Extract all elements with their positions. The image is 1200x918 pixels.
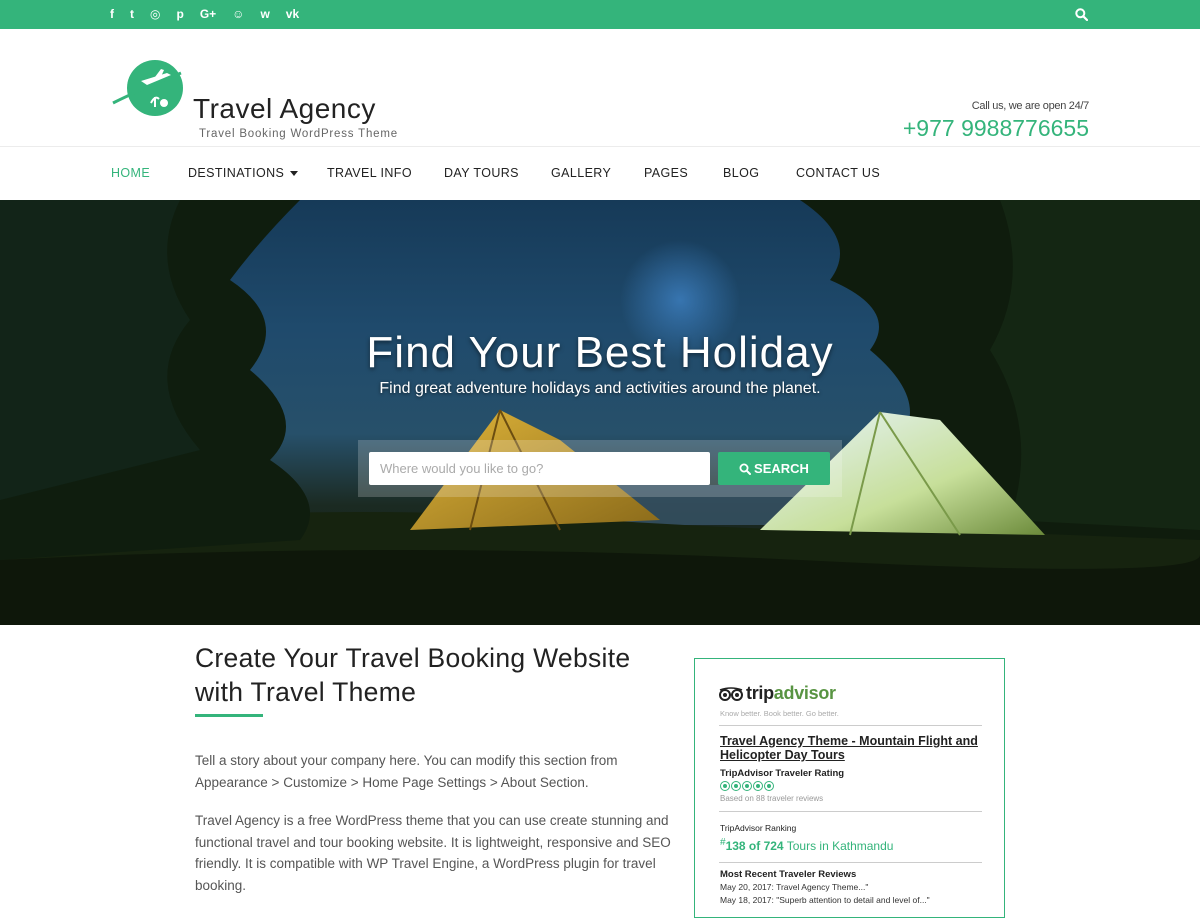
rating-bubble-icon <box>764 781 774 791</box>
rating-bubble-icon <box>753 781 763 791</box>
nav-day-tours[interactable]: DAY TOURS <box>444 147 519 200</box>
ranking-value[interactable]: #138 of 724 Tours in Kathmandu <box>720 837 893 853</box>
google-plus-icon[interactable]: G+ <box>200 0 216 29</box>
rating-bubbles <box>720 781 774 791</box>
nav-gallery[interactable]: GALLERY <box>551 147 611 200</box>
about-paragraph-1: Tell a story about your company here. Yo… <box>195 753 618 790</box>
facebook-icon[interactable]: f <box>110 0 114 29</box>
nav-home[interactable]: HOME <box>111 147 150 200</box>
chevron-down-icon <box>290 171 299 177</box>
owl-eyes-icon <box>719 686 743 701</box>
brand-tagline: Travel Booking WordPress Theme <box>199 128 398 140</box>
destination-search-input[interactable] <box>369 452 710 485</box>
hero-background-image <box>0 200 1200 625</box>
weibo-icon[interactable]: w <box>260 0 269 29</box>
about-paragraph-2: Travel Agency is a free WordPress theme … <box>195 813 671 893</box>
search-icon <box>739 463 752 475</box>
nav-blog[interactable]: BLOG <box>723 147 759 200</box>
review-item[interactable]: May 20, 2017: Travel Agency Theme..." <box>720 882 868 892</box>
ranking-suffix: Tours in Kathmandu <box>783 839 894 853</box>
ranking-number: 138 of 724 <box>725 839 784 853</box>
logo-trip-text: trip <box>746 683 774 703</box>
nav-destinations[interactable]: DESTINATIONS <box>188 147 299 200</box>
hero-search-form: SEARCH <box>358 440 842 497</box>
phone-number[interactable]: +977 9988776655 <box>903 115 1089 142</box>
twitter-icon[interactable]: t <box>130 0 134 29</box>
instagram-icon[interactable]: ◎ <box>150 0 160 29</box>
about-title: Create Your Travel Booking Website with … <box>195 643 631 707</box>
call-label: Call us, we are open 24/7 <box>971 100 1090 112</box>
nav-contact-us[interactable]: CONTACT US <box>796 147 880 200</box>
rating-label: TripAdvisor Traveler Rating <box>720 768 845 779</box>
hero-title: Find Your Best Holiday <box>366 328 834 377</box>
main-nav: HOME DESTINATIONS TRAVEL INFO DAY TOURS … <box>0 147 1200 200</box>
search-button-label: SEARCH <box>754 461 809 476</box>
pinterest-icon[interactable]: p <box>176 0 183 29</box>
rating-bubble-icon <box>742 781 752 791</box>
site-header: Travel Agency Travel Booking WordPress T… <box>0 29 1200 147</box>
rating-count: Based on 88 traveler reviews <box>720 794 824 803</box>
top-bar: f t ◎ p G+ ☺ w vk <box>0 0 1200 29</box>
tripadvisor-tagline: Know better. Book better. Go better. <box>720 709 839 718</box>
search-button[interactable]: SEARCH <box>718 452 830 485</box>
divider <box>719 725 982 726</box>
social-links: f t ◎ p G+ ☺ w vk <box>110 0 299 29</box>
vk-icon[interactable]: vk <box>286 0 299 29</box>
nav-destinations-label: DESTINATIONS <box>188 166 285 180</box>
divider <box>719 811 982 812</box>
nav-travel-info[interactable]: TRAVEL INFO <box>327 147 412 200</box>
brand-logo[interactable] <box>111 59 185 117</box>
rating-bubble-icon <box>731 781 741 791</box>
brand-title[interactable]: Travel Agency <box>193 93 376 125</box>
logo-advisor-text: advisor <box>773 683 836 703</box>
tripadvisor-widget: tripadvisor Know better. Book better. Go… <box>694 658 1005 918</box>
hero-banner: Find Your Best Holiday Find great advent… <box>0 200 1200 625</box>
tripadvisor-logo[interactable]: tripadvisor <box>719 683 836 704</box>
hero-subtitle: Find great adventure holidays and activi… <box>379 380 821 397</box>
recent-reviews-label: Most Recent Traveler Reviews <box>720 869 857 880</box>
divider <box>719 862 982 863</box>
nav-pages[interactable]: PAGES <box>644 147 688 200</box>
snapchat-icon[interactable]: ☺ <box>232 0 244 29</box>
ranking-label: TripAdvisor Ranking <box>720 823 797 833</box>
about-title-underline <box>195 714 263 717</box>
review-item[interactable]: May 18, 2017: "Superb attention to detai… <box>720 895 930 905</box>
listing-link[interactable]: Travel Agency Theme - Mountain Flight an… <box>720 734 982 762</box>
rating-bubble-icon <box>720 781 730 791</box>
search-icon[interactable] <box>1075 8 1088 21</box>
